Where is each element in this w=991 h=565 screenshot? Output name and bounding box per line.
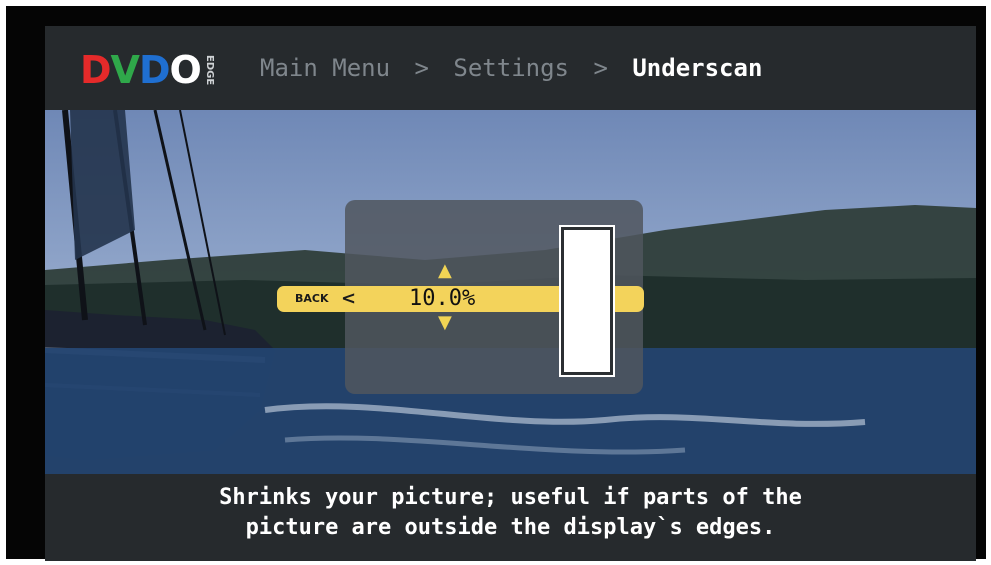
osd-header: D V D O EDGE Main Menu > Settings > Unde… xyxy=(45,26,976,110)
chevron-down-icon[interactable]: ▼ xyxy=(438,312,452,333)
back-button[interactable]: BACK xyxy=(295,292,329,305)
logo-model: EDGE xyxy=(203,54,215,86)
osd-screen: D V D O EDGE Main Menu > Settings > Unde… xyxy=(45,26,976,561)
video-background: BACK < 10.0% ▲ ▼ xyxy=(45,110,976,474)
breadcrumb-separator: > xyxy=(593,54,608,82)
dvdo-logo: D V D O EDGE xyxy=(80,48,215,92)
logo-letter-o: O xyxy=(169,48,202,92)
help-text-line1: Shrinks your picture; useful if parts of… xyxy=(219,485,802,510)
help-text-line2: picture are outside the display`s edges. xyxy=(245,515,776,540)
breadcrumb-underscan: Underscan xyxy=(632,54,763,82)
breadcrumb: Main Menu > Settings > Underscan xyxy=(260,54,762,82)
tv-frame: D V D O EDGE Main Menu > Settings > Unde… xyxy=(6,6,986,561)
breadcrumb-main-menu[interactable]: Main Menu xyxy=(260,54,390,82)
help-text: Shrinks your picture; useful if parts of… xyxy=(45,474,976,561)
logo-letter-d2: D xyxy=(138,48,171,92)
logo-letter-v: V xyxy=(110,48,140,92)
breadcrumb-settings[interactable]: Settings xyxy=(453,54,569,82)
underscan-meter-icon xyxy=(561,227,613,375)
breadcrumb-separator: > xyxy=(414,54,429,82)
back-arrow-icon[interactable]: < xyxy=(341,288,356,309)
underscan-value[interactable]: 10.0% xyxy=(409,286,475,311)
logo-letter-d1: D xyxy=(80,48,112,92)
chevron-up-icon[interactable]: ▲ xyxy=(438,260,452,281)
